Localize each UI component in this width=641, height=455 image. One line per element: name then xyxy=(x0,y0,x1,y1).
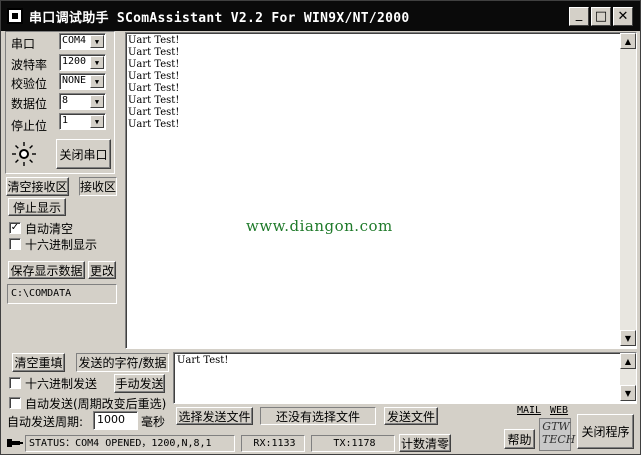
chevron-down-icon[interactable]: ▼ xyxy=(90,35,104,48)
watermark-text: www.diangon.com xyxy=(246,217,393,235)
port-value: COM4 xyxy=(62,35,87,46)
minimize-icon: _ xyxy=(575,6,583,22)
receive-line: Uart Test! xyxy=(128,59,180,70)
receive-scrollbar[interactable]: ▲ ▼ xyxy=(620,33,636,346)
scroll-up-icon[interactable]: ▲ xyxy=(620,33,636,49)
save-path-value: C:\COMDATA xyxy=(11,288,72,299)
receive-line: Uart Test! xyxy=(128,119,180,130)
close-icon: ✕ xyxy=(617,9,629,24)
chevron-down-icon[interactable]: ▼ xyxy=(90,115,104,128)
hex-display-label: 十六进制显示 xyxy=(25,238,98,252)
receive-line: Uart Test! xyxy=(128,107,180,118)
main-window: 串口调试助手 SComAssistant V2.2 For WIN9X/NT/2… xyxy=(0,0,641,455)
connector-icon xyxy=(7,439,23,447)
parity-label: 校验位 xyxy=(11,77,48,91)
hex-send-label: 十六进制发送 xyxy=(25,377,98,391)
change-path-button[interactable]: 更改 xyxy=(88,261,116,279)
tx-count: TX:1178 xyxy=(311,435,395,452)
receive-line: Uart Test! xyxy=(128,47,180,58)
reset-count-button[interactable]: 计数清零 xyxy=(399,434,451,452)
receive-line: Uart Test! xyxy=(128,71,180,82)
period-unit: 毫秒 xyxy=(141,415,166,429)
period-label: 自动发送周期: xyxy=(7,415,84,429)
databits-select[interactable]: 8 ▼ xyxy=(59,93,106,110)
stop-display-button[interactable]: 停止显示 xyxy=(8,198,66,216)
stopbits-label: 停止位 xyxy=(11,119,48,133)
scroll-down-icon[interactable]: ▼ xyxy=(620,330,636,346)
selected-file-display: 还没有选择文件 xyxy=(260,407,376,425)
window-title: 串口调试助手 SComAssistant V2.2 For WIN9X/NT/2… xyxy=(29,10,410,26)
auto-clear-checkbox[interactable]: ✓ xyxy=(9,222,21,234)
rx-count: RX:1133 xyxy=(241,435,305,452)
close-port-button[interactable]: 关闭串口 xyxy=(56,139,111,169)
title-bar[interactable]: 串口调试助手 SComAssistant V2.2 For WIN9X/NT/2… xyxy=(1,1,640,31)
parity-value: NONE xyxy=(62,75,87,86)
period-input[interactable]: 1000 xyxy=(93,411,138,430)
receive-textarea[interactable]: Uart Test! Uart Test! Uart Test! Uart Test!… xyxy=(125,32,637,349)
receive-line: Uart Test! xyxy=(128,95,180,106)
chevron-down-icon[interactable]: ▼ xyxy=(90,95,104,108)
select-send-file-button[interactable]: 选择发送文件 xyxy=(176,407,253,425)
send-textarea[interactable]: Uart Test! ▲ ▼ xyxy=(173,352,637,404)
parity-select[interactable]: NONE ▼ xyxy=(59,73,106,90)
logo-text: GTW TECH xyxy=(542,420,576,446)
status-text: STATUS：COM4 OPENED，1200,N,8,1 xyxy=(25,435,235,452)
send-file-button[interactable]: 发送文件 xyxy=(384,407,438,425)
exit-program-button[interactable]: 关闭程序 xyxy=(577,414,634,449)
receive-lines: Uart Test! Uart Test! Uart Test! Uart Test!… xyxy=(128,35,179,131)
port-status-lamp-icon xyxy=(12,142,36,166)
receive-area-label: 接收区 xyxy=(79,177,117,196)
send-text: Uart Test! xyxy=(177,355,229,366)
minimize-button[interactable]: _ xyxy=(569,7,589,26)
close-button[interactable]: ✕ xyxy=(613,7,633,26)
stopbits-select[interactable]: 1 ▼ xyxy=(59,113,106,130)
scroll-down-icon[interactable]: ▼ xyxy=(620,385,636,401)
company-logo: GTW TECH xyxy=(539,418,576,451)
app-icon xyxy=(7,8,23,24)
save-path-field[interactable]: C:\COMDATA xyxy=(7,284,117,304)
maximize-button[interactable]: □ xyxy=(591,7,611,26)
send-area-label: 发送的字符/数据 xyxy=(76,353,169,372)
stopbits-value: 1 xyxy=(62,115,69,126)
auto-send-checkbox[interactable] xyxy=(9,397,21,409)
send-scrollbar[interactable]: ▲ ▼ xyxy=(620,353,636,401)
baud-value: 1200 xyxy=(62,56,87,67)
port-label: 串口 xyxy=(11,37,36,51)
auto-send-label: 自动发送(周期改变后重选) xyxy=(25,397,167,411)
chevron-down-icon[interactable]: ▼ xyxy=(90,56,104,69)
receive-line: Uart Test! xyxy=(128,83,180,94)
clear-refill-button[interactable]: 清空重填 xyxy=(12,353,65,372)
maximize-icon: □ xyxy=(594,9,608,24)
manual-send-button[interactable]: 手动发送 xyxy=(114,374,165,393)
save-data-button[interactable]: 保存显示数据 xyxy=(8,261,85,279)
hex-display-checkbox[interactable] xyxy=(9,238,21,250)
baud-label: 波特率 xyxy=(11,58,48,72)
auto-clear-label: 自动清空 xyxy=(25,222,74,236)
baud-select[interactable]: 1200 ▼ xyxy=(59,54,106,71)
databits-value: 8 xyxy=(62,95,69,106)
chevron-down-icon[interactable]: ▼ xyxy=(90,75,104,88)
port-select[interactable]: COM4 ▼ xyxy=(59,33,106,50)
scroll-up-icon[interactable]: ▲ xyxy=(620,353,636,369)
web-link[interactable]: WEB xyxy=(550,405,568,416)
hex-send-checkbox[interactable] xyxy=(9,377,21,389)
clear-receive-button[interactable]: 清空接收区 xyxy=(6,177,69,196)
mail-link[interactable]: MAIL xyxy=(517,405,541,416)
receive-line: Uart Test! xyxy=(128,35,180,46)
databits-label: 数据位 xyxy=(11,97,48,111)
help-button[interactable]: 帮助 xyxy=(504,429,535,449)
